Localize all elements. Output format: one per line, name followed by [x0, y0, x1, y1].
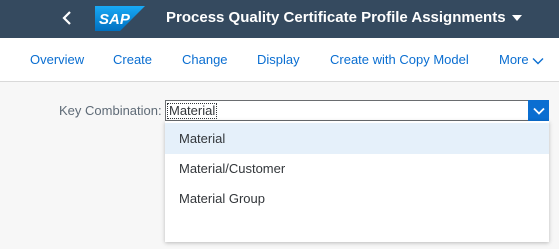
- app-title-text: Process Quality Certificate Profile Assi…: [166, 9, 506, 26]
- sap-logo-text: SAP: [99, 11, 131, 28]
- caret-down-icon: [511, 14, 522, 21]
- key-combination-dropdown-list: Material Material/Customer Material Grou…: [165, 121, 549, 242]
- back-button[interactable]: [56, 7, 78, 29]
- key-combination-label: Key Combination:: [59, 103, 162, 118]
- toolbar: Overview Create Change Display Create wi…: [0, 38, 559, 82]
- overview-button[interactable]: Overview: [30, 52, 84, 67]
- more-label: More: [499, 52, 529, 67]
- change-button[interactable]: Change: [182, 52, 228, 67]
- dropdown-option-material-group[interactable]: Material Group: [165, 183, 549, 214]
- shell-bar: SAP Process Quality Certificate Profile …: [0, 0, 559, 38]
- dropdown-option-material[interactable]: Material: [165, 123, 549, 154]
- app-title[interactable]: Process Quality Certificate Profile Assi…: [166, 9, 522, 26]
- dropdown-arrow-button[interactable]: [528, 100, 549, 121]
- chevron-down-icon: [532, 107, 545, 115]
- sap-logo: SAP: [95, 6, 145, 31]
- key-combination-select[interactable]: Material: [165, 100, 549, 121]
- chevron-down-icon: [532, 57, 544, 65]
- key-combination-value: Material: [166, 103, 218, 119]
- chevron-left-icon: [62, 11, 71, 25]
- more-button[interactable]: More: [499, 52, 544, 67]
- display-button[interactable]: Display: [257, 52, 300, 67]
- create-with-copy-model-button[interactable]: Create with Copy Model: [330, 52, 469, 67]
- dropdown-option-material-customer[interactable]: Material/Customer: [165, 153, 549, 184]
- create-button[interactable]: Create: [113, 52, 152, 67]
